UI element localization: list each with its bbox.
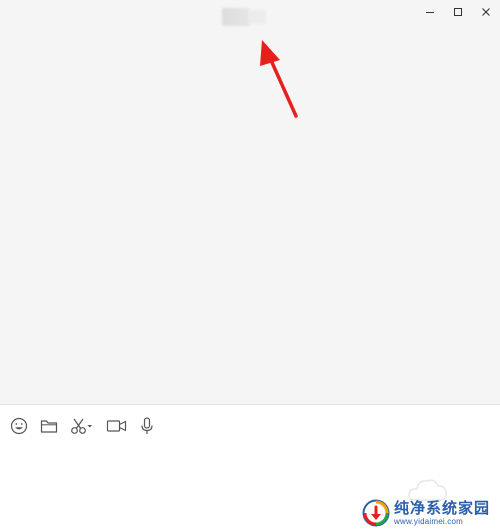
- message-input-area[interactable]: 纯净系统家园 www.yidaimei.com: [0, 405, 500, 532]
- watermark-text: 纯净系统家园 www.yidaimei.com: [394, 501, 490, 526]
- red-arrow-annotation: [260, 40, 298, 118]
- maximize-button[interactable]: [444, 0, 472, 24]
- watermark-title: 纯净系统家园: [393, 499, 490, 517]
- folder-icon: [40, 420, 58, 433]
- video-call-icon: [106, 420, 127, 432]
- chat-message-area: [0, 0, 500, 404]
- watermark-logo-icon: [362, 499, 390, 527]
- minimize-icon: [426, 12, 434, 13]
- close-button[interactable]: [472, 0, 500, 24]
- microphone-icon: [141, 417, 153, 434]
- window-controls: [416, 0, 500, 24]
- close-icon: [482, 8, 490, 16]
- send-file-button[interactable]: [40, 416, 58, 436]
- screenshot-button[interactable]: [70, 416, 94, 436]
- site-watermark: 纯净系统家园 www.yidaimei.com: [362, 498, 490, 528]
- voice-button[interactable]: [140, 416, 154, 436]
- chat-contact-title: [222, 8, 266, 26]
- input-toolbar: [10, 416, 166, 436]
- emoji-icon: [10, 417, 28, 435]
- minimize-button[interactable]: [416, 0, 444, 24]
- chat-title-text: [222, 8, 266, 26]
- watermark-url: www.yidaimei.com: [393, 516, 463, 526]
- scissors-icon: [71, 418, 92, 434]
- video-call-button[interactable]: [106, 416, 128, 436]
- emoji-button[interactable]: [10, 416, 28, 436]
- maximize-icon: [454, 8, 462, 16]
